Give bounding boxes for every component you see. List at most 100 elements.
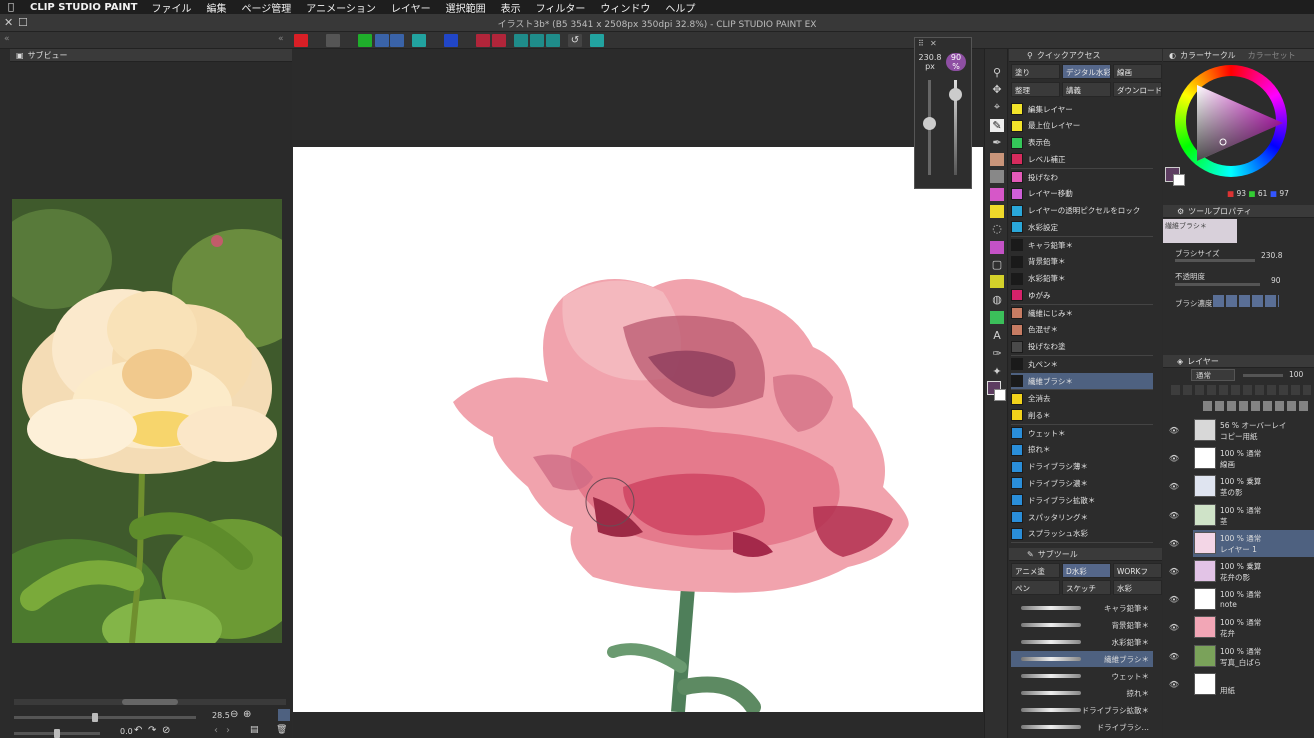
layer-row[interactable]: 100 % 通常 花弁 [1193, 614, 1314, 641]
transform-icon[interactable] [514, 34, 528, 47]
qa-tab-5[interactable]: ダウンロード [1113, 82, 1162, 97]
zoom-in-icon[interactable]: ⊕ [243, 709, 251, 720]
layer-visibility-eye-icon[interactable]: 👁 [1168, 595, 1180, 604]
menu-animation[interactable]: アニメーション [306, 0, 376, 15]
qa-item[interactable]: ドライブラシ濃＊ [1011, 475, 1153, 491]
apple-icon[interactable]:  [8, 2, 22, 13]
qa-tab-2[interactable]: 線画 [1113, 64, 1162, 79]
text-tool-icon[interactable]: A [990, 329, 1004, 342]
popup-drag-icon[interactable]: ⠿ [918, 39, 924, 48]
reset-rotation-icon[interactable]: ⊘ [162, 725, 170, 736]
rotate-slider-knob[interactable] [54, 729, 60, 738]
opacity-prop-slider[interactable] [1175, 283, 1260, 286]
layer-opacity-slider[interactable] [1243, 374, 1283, 377]
rotate-right-icon[interactable]: ↷ [148, 725, 156, 736]
qa-item[interactable]: スパッタリング＊ [1011, 509, 1153, 525]
qa-tab-3[interactable]: 整理 [1011, 82, 1060, 97]
blend-tool-icon[interactable] [990, 153, 1004, 166]
qa-item[interactable]: 編集レイヤー [1011, 101, 1153, 117]
subtool-tab-tabs_row2-2[interactable]: 水彩 [1113, 580, 1162, 595]
qa-tab-4[interactable]: 講義 [1062, 82, 1111, 97]
clear-icon[interactable] [476, 34, 490, 47]
popup-close-icon[interactable]: ✕ [930, 39, 937, 48]
eraser-tool-icon[interactable] [990, 188, 1004, 201]
app-name[interactable]: CLIP STUDIO PAINT [30, 2, 137, 13]
size-slider-track[interactable] [923, 80, 936, 175]
menu-page[interactable]: ページ管理 [241, 0, 291, 15]
menu-view[interactable]: 表示 [501, 0, 521, 15]
move-tool-icon[interactable]: ✥ [990, 83, 1004, 96]
layer-row[interactable]: 100 % 通常 線画 [1193, 445, 1314, 472]
decoration-tool-icon[interactable]: ✦ [990, 365, 1004, 378]
subtool-tab-tabs_row1-2[interactable]: WORKフ [1113, 563, 1162, 578]
qa-item[interactable]: 色混ぜ＊ [1011, 322, 1153, 338]
layer-visibility-eye-icon[interactable]: 👁 [1168, 454, 1180, 463]
sub-color-swatch[interactable] [994, 389, 1006, 401]
menu-selection[interactable]: 選択範囲 [446, 0, 486, 15]
brush-size-slider[interactable] [1175, 259, 1255, 262]
size-slider-knob[interactable] [923, 116, 936, 130]
subtool-brush-item[interactable]: ドライブラシ拡散＊ [1011, 702, 1153, 718]
subtool-brush-item[interactable]: ウェット＊ [1011, 668, 1153, 684]
layer-row[interactable]: 100 % 通常 note [1193, 586, 1314, 613]
qa-item[interactable]: 削る＊ [1011, 407, 1153, 423]
drawing-canvas[interactable] [293, 147, 983, 712]
flip-icon[interactable] [530, 34, 544, 47]
subtool-tab-tabs_row1-1[interactable]: D水彩 [1062, 563, 1111, 578]
qa-item[interactable]: レイヤー移動 [1011, 186, 1153, 202]
rotate-slider[interactable] [14, 729, 100, 738]
next-image-icon[interactable]: › [226, 725, 230, 736]
layer-row[interactable]: 100 % 通常 レイヤー 1 [1193, 529, 1314, 557]
eyedropper-tool-icon[interactable]: ✎ [990, 119, 1004, 132]
subtool-tab-tabs_row1-0[interactable]: アニメ塗 [1011, 563, 1060, 578]
menu-help[interactable]: ヘルプ [665, 0, 695, 15]
figure-tool-icon[interactable] [990, 311, 1004, 324]
color-set-tab[interactable]: カラーセット [1248, 50, 1296, 61]
zoom-slider[interactable] [14, 713, 196, 722]
qa-item[interactable]: キャラ鉛筆＊ [1011, 237, 1153, 253]
qa-item[interactable]: 表示色 [1011, 135, 1153, 151]
qa-item[interactable]: ウェット＊ [1011, 425, 1153, 441]
layer-row[interactable]: 56 % オーバーレイ コピー用紙 [1193, 417, 1314, 444]
blur-tool-icon[interactable]: ◍ [990, 293, 1004, 306]
layer-options-bar[interactable] [1171, 385, 1311, 395]
menu-layer[interactable]: レイヤー [391, 0, 431, 15]
qa-item[interactable]: 繊維にじみ＊ [1011, 305, 1153, 321]
qa-item[interactable]: 丸ペン＊ [1011, 356, 1153, 372]
layer-visibility-eye-icon[interactable]: 👁 [1168, 539, 1180, 548]
main-color-button[interactable] [294, 34, 308, 47]
qa-item[interactable]: 最上位レイヤー [1011, 118, 1153, 134]
fill-icon[interactable] [492, 34, 506, 47]
qa-item[interactable]: ドライブラシ薄＊ [1011, 459, 1153, 475]
layer-row[interactable]: 100 % 通常茎 [1193, 502, 1314, 529]
layer-visibility-eye-icon[interactable]: 👁 [1168, 567, 1180, 576]
qa-item[interactable]: 背景鉛筆＊ [1011, 254, 1153, 270]
operation-tool-icon[interactable]: ⌖ [990, 100, 1004, 113]
ruler-icon[interactable] [326, 34, 340, 47]
layer-visibility-eye-icon[interactable]: 👁 [1168, 511, 1180, 520]
qa-item[interactable]: 繊維ブラシ＊ [1011, 373, 1153, 389]
prev-image-icon[interactable]: ‹ [214, 725, 218, 736]
layer-actions-bar[interactable] [1203, 401, 1311, 411]
subtool-tab-tabs_row2-1[interactable]: スケッチ [1062, 580, 1111, 595]
qa-item[interactable]: 全消去 [1011, 391, 1153, 407]
reference-photo[interactable] [12, 199, 282, 643]
layer-visibility-eye-icon[interactable]: 👁 [1168, 623, 1180, 632]
qa-item[interactable]: 水彩鉛筆＊ [1011, 271, 1153, 287]
brush-size-popup[interactable]: ⠿ ✕ 230.8 px 90% [914, 37, 972, 189]
eyedropper-icon[interactable] [278, 709, 290, 721]
brush-size-value[interactable]: 230.8 [1261, 251, 1282, 260]
qa-tab-0[interactable]: 塗り [1011, 64, 1060, 79]
zoom-slider-knob[interactable] [92, 713, 98, 722]
layer-row[interactable]: 用紙 [1193, 671, 1314, 698]
layer-visibility-eye-icon[interactable]: 👁 [1168, 652, 1180, 661]
qa-item[interactable]: レイヤーの透明ピクセルをロック [1011, 203, 1153, 219]
subtool-brush-item[interactable]: 水彩鉛筆＊ [1011, 634, 1153, 650]
collapse-subview-icon[interactable]: « [278, 34, 284, 44]
qa-item[interactable]: 水彩設定 [1011, 219, 1153, 235]
pen-tool-icon[interactable]: ✒ [990, 136, 1004, 149]
layer-visibility-eye-icon[interactable]: 👁 [1168, 482, 1180, 491]
qa-item[interactable]: 投げなわ [1011, 169, 1153, 185]
zoom-tool-icon[interactable]: ⚲ [990, 66, 1004, 79]
qa-item[interactable]: スプラッシュ水彩 [1011, 526, 1153, 542]
